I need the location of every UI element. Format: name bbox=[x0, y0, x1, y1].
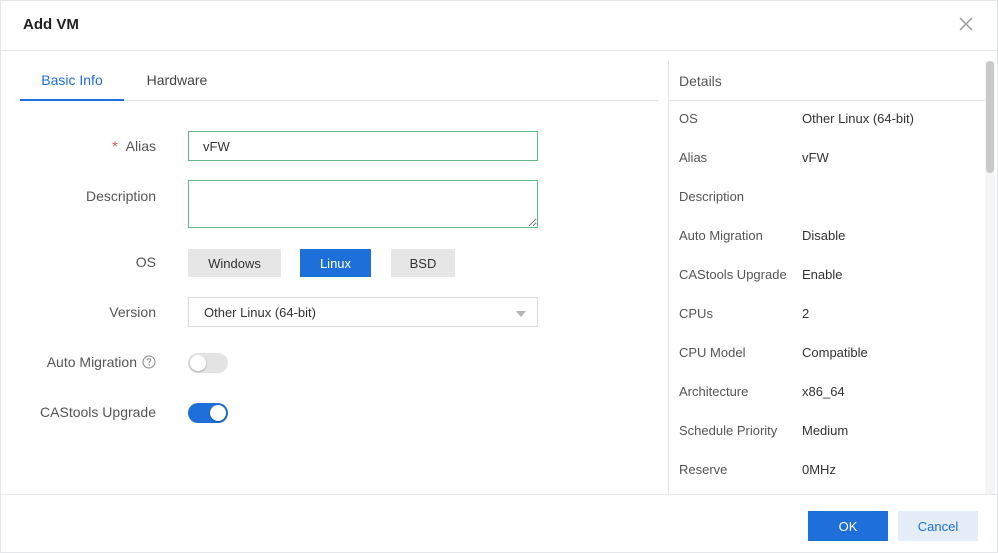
details-panel: Details OS Other Linux (64-bit) Alias vF… bbox=[668, 61, 985, 494]
dialog-footer: OK Cancel bbox=[1, 494, 997, 552]
toggle-knob bbox=[190, 355, 206, 371]
tab-basic-info[interactable]: Basic Info bbox=[20, 63, 124, 101]
detail-key: CAStools Upgrade bbox=[679, 267, 787, 282]
dialog-header: Add VM bbox=[1, 1, 997, 51]
question-circle-icon[interactable] bbox=[142, 355, 156, 369]
os-option-linux[interactable]: Linux bbox=[300, 249, 371, 277]
tab-hardware[interactable]: Hardware bbox=[124, 63, 230, 101]
detail-row-reserve: Reserve 0MHz bbox=[669, 462, 985, 482]
auto-migration-label-text: Auto Migration bbox=[46, 354, 137, 370]
details-scrollbar-thumb[interactable] bbox=[986, 61, 994, 173]
detail-value: Compatible bbox=[802, 345, 868, 360]
detail-row-cpu-model: CPU Model Compatible bbox=[669, 345, 985, 365]
alias-label-text: Alias bbox=[125, 138, 156, 154]
dialog-title: Add VM bbox=[23, 16, 79, 33]
detail-key: Auto Migration bbox=[679, 228, 763, 243]
detail-value: 0MHz bbox=[802, 462, 836, 477]
close-icon bbox=[959, 17, 973, 31]
detail-value: Medium bbox=[802, 423, 849, 438]
detail-value: Disable bbox=[802, 228, 846, 243]
castools-upgrade-toggle[interactable] bbox=[188, 403, 228, 423]
detail-row-architecture: Architecture x86_64 bbox=[669, 384, 985, 404]
detail-value: vFW bbox=[802, 150, 829, 165]
detail-key: OS bbox=[679, 111, 698, 126]
detail-row-os: OS Other Linux (64-bit) bbox=[669, 111, 985, 131]
os-option-windows[interactable]: Windows bbox=[188, 249, 281, 277]
detail-row-description: Description bbox=[669, 189, 985, 209]
detail-row-alias: Alias vFW bbox=[669, 150, 985, 170]
detail-key: Reserve bbox=[679, 462, 728, 477]
detail-row-castools-upgrade: CAStools Upgrade Enable bbox=[669, 267, 985, 287]
detail-row-schedule-priority: Schedule Priority Medium bbox=[669, 423, 985, 443]
detail-key: Description bbox=[679, 189, 745, 204]
details-divider bbox=[669, 100, 985, 101]
description-textarea[interactable] bbox=[188, 180, 538, 228]
chevron-down-icon bbox=[516, 311, 526, 317]
detail-value: Enable bbox=[802, 267, 843, 282]
detail-key: Architecture bbox=[679, 384, 749, 399]
auto-migration-label: Auto Migration bbox=[47, 354, 156, 370]
version-label: Version bbox=[109, 304, 156, 320]
os-option-bsd[interactable]: BSD bbox=[391, 249, 455, 277]
version-select-value: Other Linux (64-bit) bbox=[204, 305, 316, 320]
alias-input[interactable] bbox=[188, 131, 538, 161]
required-mark: * bbox=[112, 138, 118, 154]
details-title: Details bbox=[679, 73, 722, 89]
detail-key: CPUs bbox=[679, 306, 713, 321]
castools-upgrade-label: CAStools Upgrade bbox=[40, 404, 156, 420]
os-label: OS bbox=[135, 254, 156, 270]
detail-key: Alias bbox=[679, 150, 708, 165]
detail-value: 2 bbox=[802, 306, 810, 321]
description-label: Description bbox=[85, 188, 156, 204]
version-select[interactable]: Other Linux (64-bit) bbox=[188, 297, 538, 327]
detail-key: CPU Model bbox=[679, 345, 746, 360]
alias-label: * Alias bbox=[112, 138, 156, 154]
close-button[interactable] bbox=[957, 13, 975, 35]
add-vm-dialog: Add VM Basic Info Hardware * Alias Descri… bbox=[0, 0, 998, 553]
detail-row-cpus: CPUs 2 bbox=[669, 306, 985, 326]
tab-bar: Basic Info Hardware bbox=[20, 63, 658, 101]
detail-value: Other Linux (64-bit) bbox=[802, 111, 914, 126]
cancel-button[interactable]: Cancel bbox=[898, 511, 978, 541]
detail-value: x86_64 bbox=[802, 384, 845, 399]
detail-row-auto-migration: Auto Migration Disable bbox=[669, 228, 985, 248]
toggle-knob bbox=[210, 405, 226, 421]
auto-migration-toggle[interactable] bbox=[188, 353, 228, 373]
ok-button[interactable]: OK bbox=[808, 511, 888, 541]
detail-key: Schedule Priority bbox=[679, 423, 778, 438]
